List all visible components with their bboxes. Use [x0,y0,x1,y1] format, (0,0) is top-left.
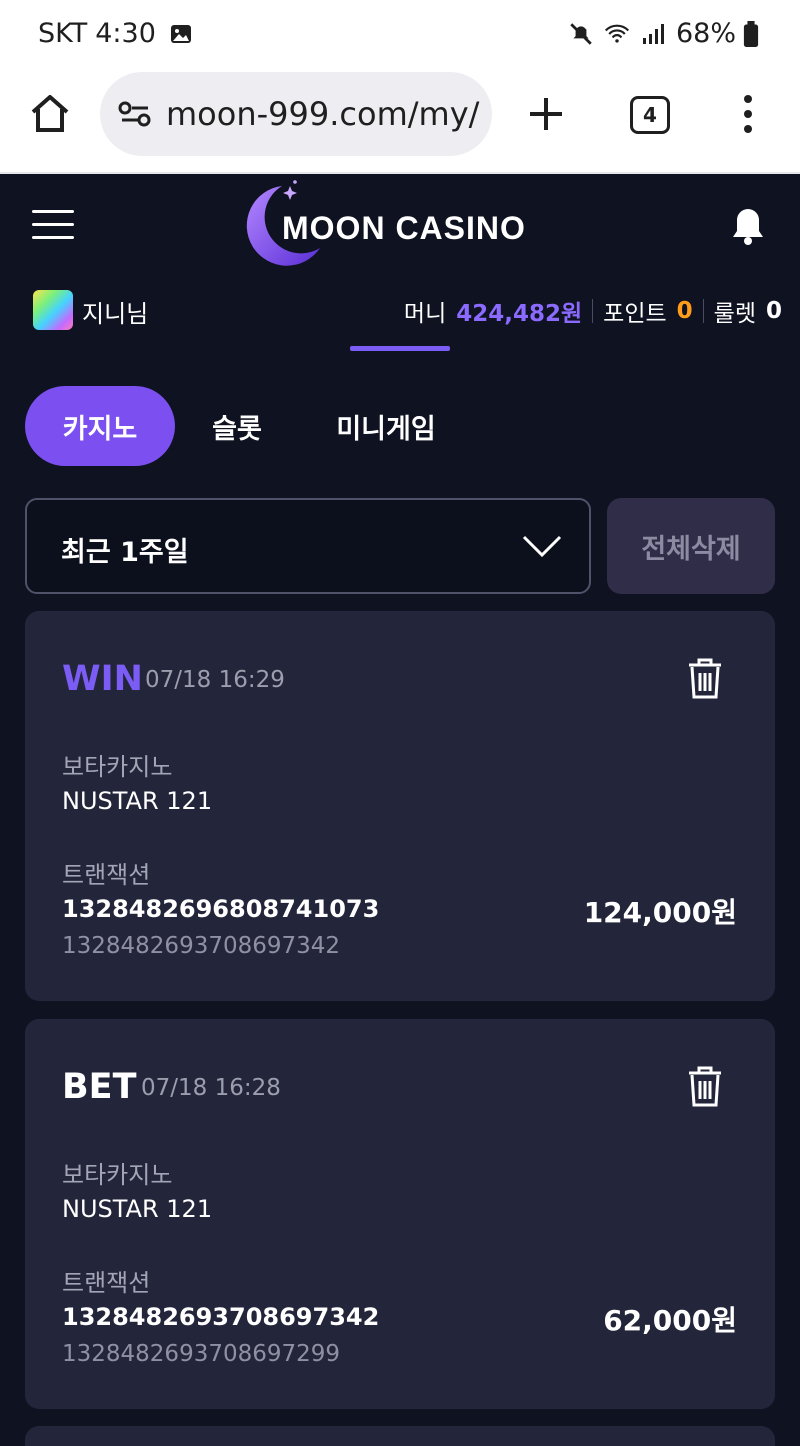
browser-menu-button[interactable] [738,94,758,134]
tab-minigame[interactable]: 미니게임 [299,386,473,466]
transaction-ref-id: 1328482693708697299 [62,1341,341,1367]
user-summary: 지니님 머니 424,482원 포인트 0 룰렛 0 [0,286,800,334]
url-text[interactable]: moon-999.com/my/ [166,95,486,133]
transaction-id: 1328482693708697342 [62,1303,380,1331]
transaction-label: 트랜잭션 [62,1269,151,1297]
point-label: 포인트 [603,301,667,327]
hamburger-menu-icon[interactable] [32,210,74,244]
gallery-icon [168,21,194,47]
home-button[interactable] [28,92,72,136]
amount: 62,000원 [603,1304,737,1337]
trash-icon[interactable] [685,1065,725,1109]
mute-icon [568,21,594,47]
transaction-label: 트랜잭션 [62,861,151,889]
roulette-label: 룰렛 [713,301,756,327]
transaction-id: 1328482696808741073 [62,895,380,923]
url-bar[interactable]: moon-999.com/my/ [100,72,492,156]
card-type-label: WIN [62,659,143,699]
game-category-tabs: 카지노 슬롯 미니게임 [25,386,473,466]
app-header: MOON CASINO [0,176,800,276]
game-name: NUSTAR 121 [62,1195,213,1223]
trash-icon[interactable] [685,657,725,701]
site-settings-icon[interactable] [118,99,152,129]
tab-switcher-button[interactable]: 4 [630,96,670,134]
time-label: 4:30 [95,18,156,49]
roulette-value: 0 [765,298,782,324]
logo-text: MOON CASINO [282,210,526,246]
history-card: BET 07/18 16:28 보타카지노 NUSTAR 121 트랜잭션 13… [25,1019,775,1409]
balance-summary: 머니 424,482원 포인트 0 룰렛 0 [404,294,782,328]
battery-percent: 68% [675,18,736,49]
status-bar: SKT 4:30 68% [0,0,800,72]
history-card-partial [25,1426,775,1446]
game-name: NUSTAR 121 [62,787,213,815]
money-value: 424,482원 [456,301,583,327]
plus-icon [530,98,562,130]
notification-bell-icon[interactable] [730,206,766,246]
new-tab-button[interactable] [526,92,566,136]
divider [592,299,594,323]
username: 지니님 [82,300,149,328]
period-select[interactable]: 최근 1주일 [25,498,591,594]
wifi-icon [604,21,630,47]
chevron-down-icon [522,535,562,558]
home-icon [31,95,69,132]
card-date: 07/18 16:28 [141,1075,281,1101]
card-type-label: BET [62,1067,137,1107]
active-section-indicator [350,346,450,351]
point-value: 0 [676,298,693,324]
tab-casino[interactable]: 카지노 [25,386,175,466]
avatar[interactable] [33,290,73,330]
amount: 124,000원 [583,896,737,929]
tab-slot[interactable]: 슬롯 [175,386,299,466]
card-date: 07/18 16:29 [145,667,285,693]
delete-all-button[interactable]: 전체삭제 [607,498,775,594]
money-label: 머니 [403,301,447,327]
battery-icon [738,20,764,47]
browser-toolbar: moon-999.com/my/ 4 [0,72,800,174]
provider-name: 보타카지노 [62,1161,173,1189]
divider [702,299,704,323]
period-select-value: 최근 1주일 [61,537,189,568]
provider-name: 보타카지노 [62,753,173,781]
carrier-label: SKT [38,18,88,49]
signal-icon [640,21,666,47]
moon-casino-logo[interactable]: MOON CASINO [242,180,562,272]
more-vert-icon [744,95,752,133]
transaction-ref-id: 1328482693708697342 [62,933,341,959]
history-card: WIN 07/18 16:29 보타카지노 NUSTAR 121 트랜잭션 13… [25,611,775,1001]
